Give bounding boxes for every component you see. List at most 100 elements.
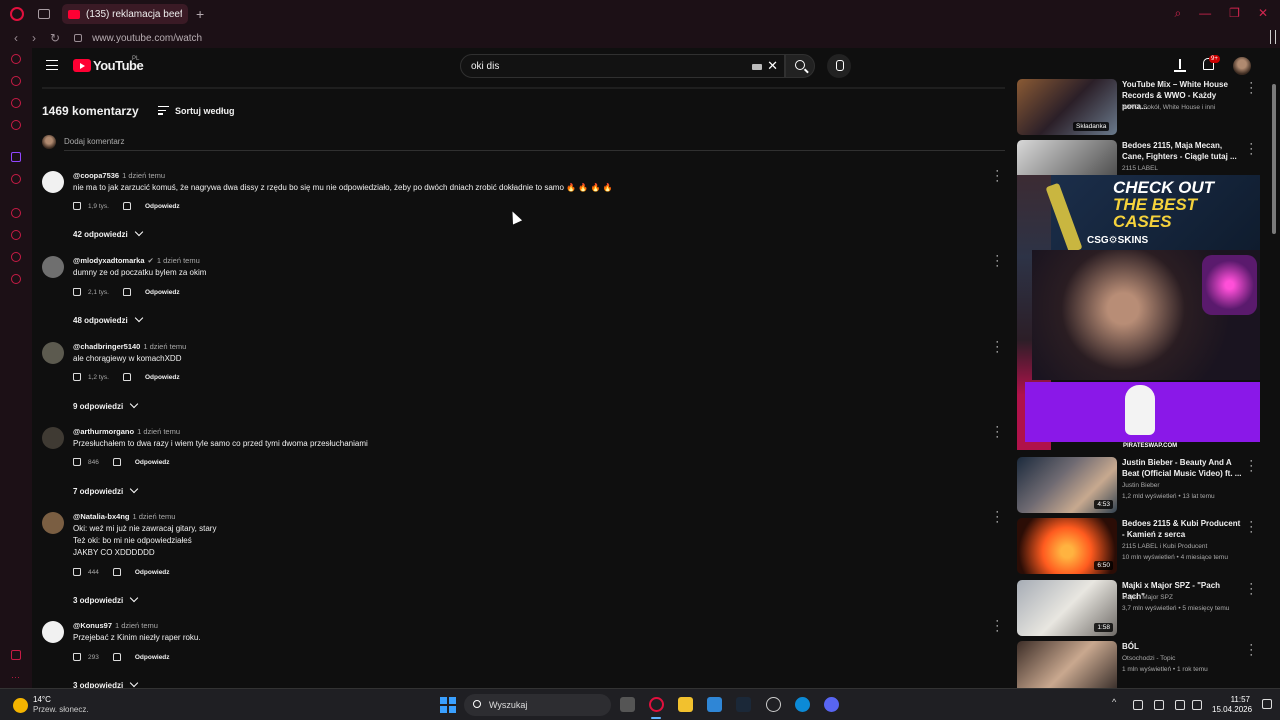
youtube-logo-icon[interactable]	[73, 59, 91, 72]
recommended-video[interactable]: 4:53 Justin Bieber - Beauty And A Beat (O…	[1017, 456, 1257, 515]
comment-avatar[interactable]	[42, 512, 64, 534]
clock-time[interactable]: 11:57	[1220, 695, 1250, 704]
view-replies-button[interactable]: 9 odpowiedzi	[73, 399, 139, 411]
extensions-icon[interactable]	[11, 252, 21, 262]
browser-tab-active[interactable]: (135) reklamacja beefu - Yo	[62, 4, 188, 24]
ad-overlay[interactable]: CHECK OUT THE BEST CASES CSG⚙SKINS PIRAT…	[1017, 175, 1260, 450]
reply-button[interactable]: Odpowiedz	[135, 654, 170, 661]
dislike-icon[interactable]	[112, 653, 121, 661]
comment-menu-icon[interactable]: · · ·	[995, 166, 999, 187]
comment-avatar[interactable]	[42, 171, 64, 193]
opera-logo-icon[interactable]	[10, 7, 24, 21]
recommended-video[interactable]: 6:50 Bedoes 2115 & Kubi Producent - Kamie…	[1017, 517, 1257, 576]
video-thumbnail[interactable]: Składanka	[1017, 79, 1117, 135]
comment-avatar[interactable]	[42, 342, 64, 364]
video-menu-icon[interactable]: · · ·	[1249, 640, 1253, 661]
video-menu-icon[interactable]: · · ·	[1249, 517, 1253, 538]
reply-button[interactable]: Odpowiedz	[135, 569, 170, 576]
sort-button[interactable]: Sortuj według	[175, 106, 235, 116]
store-icon[interactable]	[707, 697, 722, 712]
comment-author[interactable]: @Natalia-bx4ng	[73, 512, 130, 521]
reply-button[interactable]: Odpowiedz	[145, 203, 180, 210]
comment-time[interactable]: 1 dzień temu	[143, 342, 186, 351]
settings-icon[interactable]	[11, 274, 21, 284]
video-menu-icon[interactable]: · · ·	[1249, 78, 1253, 99]
onedrive-icon[interactable]	[1133, 700, 1143, 710]
dislike-icon[interactable]	[112, 458, 121, 466]
minimize-button[interactable]: —	[1199, 6, 1211, 21]
weather-temperature[interactable]: 14°C	[33, 695, 51, 704]
add-comment-input[interactable]: Dodaj komentarz	[64, 137, 124, 146]
gx-icon[interactable]	[11, 650, 21, 660]
view-replies-button[interactable]: 42 odpowiedzi	[73, 227, 143, 239]
like-icon[interactable]	[73, 653, 81, 661]
like-icon[interactable]	[73, 373, 81, 381]
view-replies-button[interactable]: 3 odpowiedzi	[73, 593, 139, 605]
video-channel[interactable]: Justin Bieber	[1122, 480, 1247, 491]
menu-icon[interactable]	[46, 60, 58, 70]
video-menu-icon[interactable]: · · ·	[1249, 579, 1253, 600]
comment-author[interactable]: @coopa7536	[73, 171, 119, 180]
view-replies-button[interactable]: 48 odpowiedzi	[73, 313, 143, 325]
reply-button[interactable]: Odpowiedz	[145, 289, 180, 296]
windows-start-icon[interactable]	[440, 697, 456, 713]
search-input[interactable]: oki dis ✕	[460, 54, 785, 78]
video-menu-icon[interactable]: · · ·	[1249, 139, 1253, 160]
weather-icon[interactable]	[13, 698, 28, 713]
like-icon[interactable]	[73, 458, 81, 466]
comment-menu-icon[interactable]: · · ·	[995, 507, 999, 528]
twitch-icon[interactable]	[11, 152, 21, 162]
opera-gx-taskbar-icon[interactable]	[649, 697, 664, 712]
instagram-icon[interactable]	[11, 120, 21, 130]
comment-time[interactable]: 1 dzień temu	[133, 512, 176, 521]
recommended-video[interactable]: Składanka YouTube Mix – White House Recor…	[1017, 78, 1257, 137]
comment-menu-icon[interactable]: · · ·	[995, 616, 999, 637]
like-icon[interactable]	[73, 202, 81, 210]
comment-avatar[interactable]	[42, 427, 64, 449]
comment-menu-icon[interactable]: · · ·	[995, 337, 999, 358]
edge-icon[interactable]	[795, 697, 810, 712]
aria-icon[interactable]	[11, 54, 21, 64]
lock-icon[interactable]	[74, 34, 83, 42]
scroll-handle-icon[interactable]	[1270, 30, 1276, 44]
task-view-icon[interactable]	[620, 697, 635, 712]
video-channel[interactable]: 2115 LABEL	[1122, 163, 1247, 174]
back-icon[interactable]: ‹	[14, 31, 18, 45]
reply-button[interactable]: Odpowiedz	[135, 459, 170, 466]
comment-avatar[interactable]	[42, 256, 64, 278]
microphone-tray-icon[interactable]	[1154, 700, 1164, 710]
video-thumbnail[interactable]: 6:50	[1017, 518, 1117, 574]
taskbar-search[interactable]: Wyszukaj	[464, 694, 611, 716]
url-field[interactable]: www.youtube.com/watch	[92, 33, 202, 44]
video-channel[interactable]: Majki i Major SPZ	[1122, 592, 1247, 603]
maximize-button[interactable]: ❐	[1229, 6, 1240, 21]
comment-author[interactable]: @Konus97	[73, 621, 112, 630]
messenger-icon[interactable]	[11, 76, 21, 86]
more-icon[interactable]: ···	[11, 672, 21, 682]
dislike-icon[interactable]	[122, 288, 131, 296]
video-thumbnail[interactable]: 4:53	[1017, 457, 1117, 513]
view-replies-button[interactable]: 7 odpowiedzi	[73, 484, 139, 496]
comment-time[interactable]: 1 dzień temu	[115, 621, 158, 630]
like-icon[interactable]	[73, 288, 81, 296]
close-window-button[interactable]: ✕	[1258, 6, 1268, 21]
video-title[interactable]: Bedoes 2115, Maja Mecan, Cane, Fighters …	[1122, 140, 1242, 162]
search-button[interactable]	[785, 54, 815, 78]
upload-icon[interactable]	[1174, 58, 1186, 72]
weather-description[interactable]: Przew. słonecz.	[33, 705, 89, 714]
comment-menu-icon[interactable]: · · ·	[995, 251, 999, 272]
keyboard-icon[interactable]	[752, 64, 762, 70]
sort-icon[interactable]	[158, 106, 169, 115]
comment-time[interactable]: 1 dzień temu	[157, 256, 200, 265]
clear-search-icon[interactable]: ✕	[767, 58, 778, 74]
tray-expand-icon[interactable]: ^	[1112, 697, 1122, 707]
dislike-icon[interactable]	[122, 373, 131, 381]
comment-time[interactable]: 1 dzień temu	[137, 427, 180, 436]
dislike-icon[interactable]	[122, 202, 131, 210]
like-icon[interactable]	[73, 568, 81, 576]
comment-author[interactable]: @chadbringer5140	[73, 342, 140, 351]
settings-taskbar-icon[interactable]	[766, 697, 781, 712]
dislike-icon[interactable]	[112, 568, 121, 576]
network-icon[interactable]	[1175, 700, 1185, 710]
video-menu-icon[interactable]: · · ·	[1249, 456, 1253, 477]
